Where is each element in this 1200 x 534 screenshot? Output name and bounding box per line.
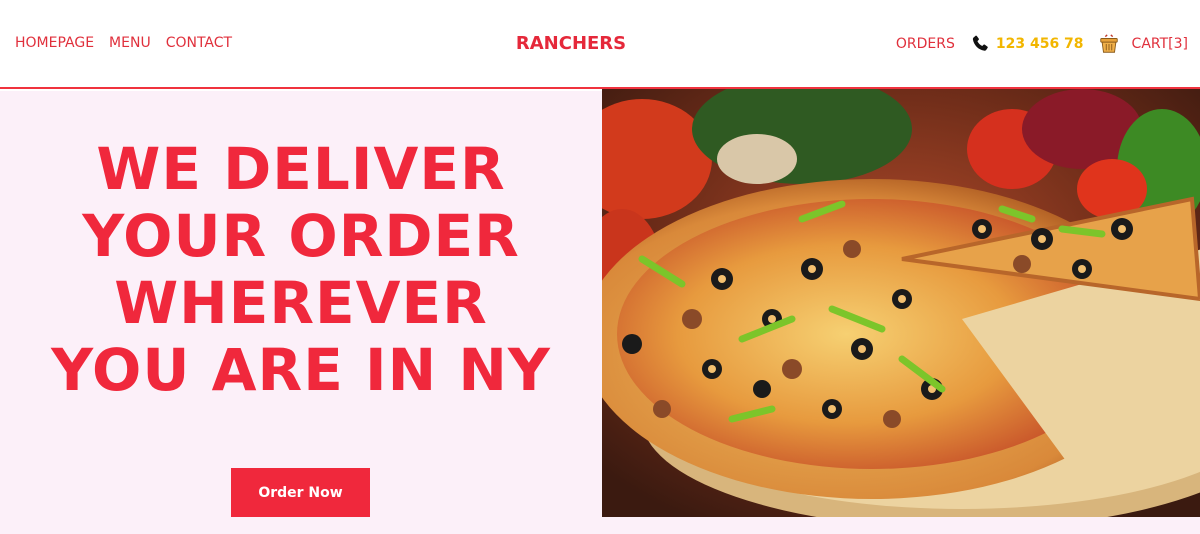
hero-title-line: WE DELIVER [96,135,506,203]
nav-right: ORDERS 123 456 78 CART[3] [896,33,1188,55]
hero-bottom-strip [602,517,1200,534]
hero-title: WE DELIVER YOUR ORDER WHEREVER YOU ARE I… [0,136,602,404]
nav-orders-link[interactable]: ORDERS [896,36,955,52]
phone-icon [970,34,990,54]
top-navbar: HOMEPAGE MENU CONTACT RANCHERS ORDERS 12… [0,0,1200,89]
hero-title-line: YOUR ORDER [82,202,520,270]
basket-icon[interactable] [1098,33,1120,55]
hero-panel: WE DELIVER YOUR ORDER WHEREVER YOU ARE I… [0,91,602,534]
order-now-button[interactable]: Order Now [231,468,370,517]
phone-number[interactable]: 123 456 78 [996,36,1084,52]
hero-title-line: WHEREVER [114,269,488,337]
hero-title-line: YOU ARE IN NY [51,336,551,404]
cart-link[interactable]: CART[3] [1132,36,1188,52]
pizza-photo [602,89,1200,517]
